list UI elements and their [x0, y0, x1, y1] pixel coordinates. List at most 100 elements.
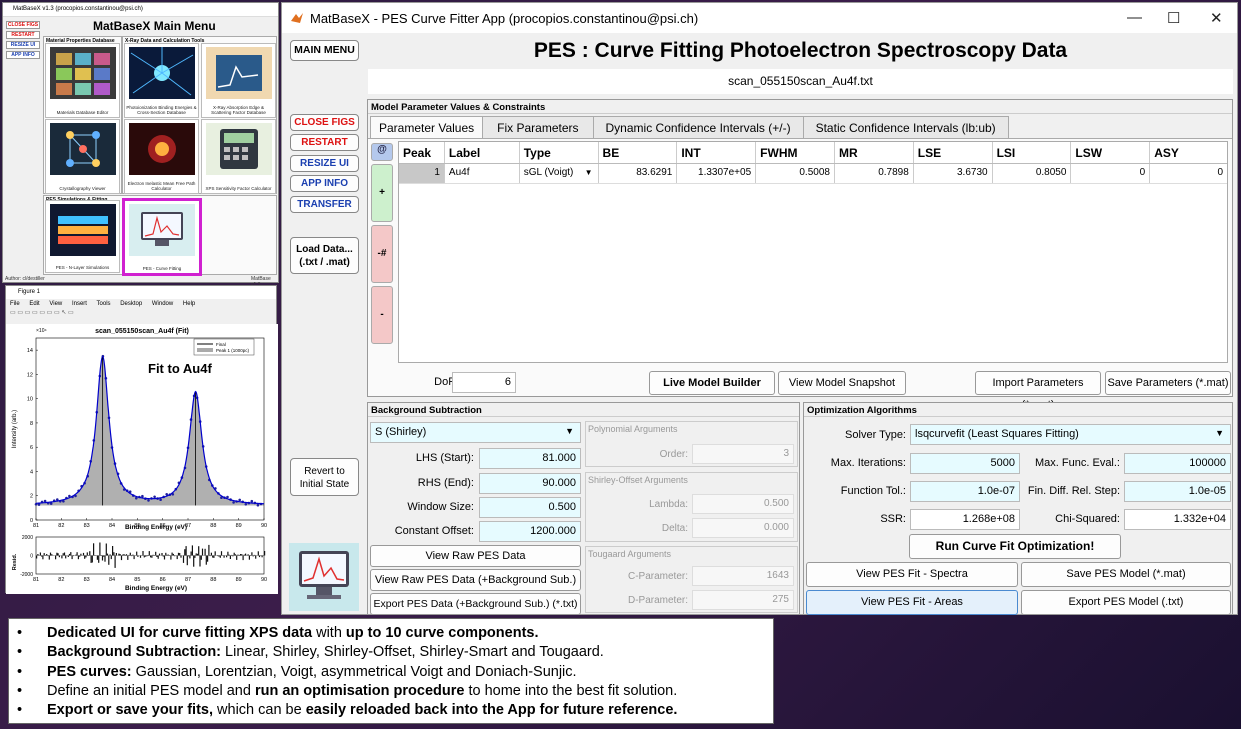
bullet-item: Export or save your fits, which can be e…: [17, 701, 765, 721]
max-func-eval-field[interactable]: 100000: [1124, 453, 1231, 474]
resid-bar: [146, 555, 148, 557]
restart-button[interactable]: RESTART: [290, 134, 359, 151]
cell-peak[interactable]: 1: [399, 164, 445, 183]
fig-menu-file[interactable]: File: [10, 301, 20, 307]
cell-fwhm[interactable]: 0.5008: [756, 164, 835, 183]
load-data-button[interactable]: Load Data... (.txt / .mat): [290, 237, 359, 274]
resid-y-tick-label: -2000: [20, 572, 33, 578]
max-iterations-field[interactable]: 5000: [910, 453, 1020, 474]
toolbar-icons[interactable]: ▭ ▭ ▭ ▭ ▭ ▭ ▭ ↖ ▭: [10, 310, 74, 316]
order-field[interactable]: 3: [692, 444, 794, 464]
fig-menu-window[interactable]: Window: [152, 301, 173, 307]
chi-squared-field[interactable]: 1.332e+04: [1124, 509, 1231, 530]
rhs-field[interactable]: 90.000: [479, 473, 581, 494]
delta-field[interactable]: 0.000: [692, 518, 794, 538]
type-dropdown-icon[interactable]: ▼: [585, 168, 593, 177]
view-raw-bg-button[interactable]: View Raw PES Data (+Background Sub.): [370, 569, 581, 591]
ssr-field[interactable]: 1.268e+08: [910, 509, 1020, 530]
tile-caption: X-Ray Absorption Edge & Scattering Facto…: [211, 105, 266, 115]
background-method-dropdown[interactable]: S (Shirley) ▼: [370, 422, 581, 443]
revert-button[interactable]: Revert to Initial State: [290, 458, 359, 496]
view-fit-areas-button[interactable]: View PES Fit - Areas: [806, 590, 1018, 615]
close-icon[interactable]: ✕: [1210, 9, 1223, 27]
fig-menu-insert[interactable]: Insert: [72, 301, 87, 307]
cell-type[interactable]: sGL (Voigt) ▼: [520, 164, 599, 183]
model-panel: Model Parameter Values & Constraints Par…: [367, 99, 1233, 411]
solver-type-dropdown[interactable]: lsqcurvefit (Least Squares Fitting) ▼: [910, 424, 1231, 445]
fig-menu-edit[interactable]: Edit: [29, 301, 39, 307]
view-fit-spectra-button[interactable]: View PES Fit - Spectra: [806, 562, 1018, 587]
export-pes-data-button[interactable]: Export PES Data (+Background Sub.) (*.tx…: [370, 593, 581, 615]
bullet-item: Define an initial PES model and run an o…: [17, 682, 765, 702]
main-menu-button[interactable]: MAIN MENU: [290, 40, 359, 61]
export-pes-model-button[interactable]: Export PES Model (.txt): [1021, 590, 1231, 615]
mm-close-figs-button[interactable]: CLOSE FIGS: [6, 21, 40, 29]
app-info-button[interactable]: APP INFO: [290, 175, 359, 192]
resid-bar: [229, 555, 231, 559]
fin-diff-field[interactable]: 1.0e-05: [1124, 481, 1231, 502]
constant-offset-field[interactable]: 1200.000: [479, 521, 581, 542]
fig-menu-help[interactable]: Help: [183, 301, 195, 307]
resid-bar: [84, 555, 86, 559]
lambda-field[interactable]: 0.500: [692, 494, 794, 514]
tile-xps-sensitivity[interactable]: XPS Sensitivity Factor Calculator: [201, 119, 276, 194]
c-parameter-field[interactable]: 1643: [692, 566, 794, 586]
tougaard-args-panel: Tougaard Arguments C-Parameter: 1643 D-P…: [585, 546, 798, 613]
tile-imfp-calculator[interactable]: Electron Inelastic Mean Free Path Calcul…: [124, 119, 199, 194]
resid-bar: [213, 555, 215, 558]
cell-int[interactable]: 1.3307e+05: [677, 164, 757, 183]
minimize-icon[interactable]: —: [1127, 9, 1142, 26]
save-parameters-button[interactable]: Save Parameters (*.mat): [1105, 371, 1231, 395]
mm-resize-ui-button[interactable]: RESIZE UI: [6, 41, 40, 49]
tab-fix-parameters[interactable]: Fix Parameters: [482, 116, 594, 138]
fig-menu-view[interactable]: View: [49, 301, 62, 307]
delete-row-button[interactable]: -: [371, 286, 393, 344]
table-row[interactable]: 1 Au4f sGL (Voigt) ▼ 83.6291 1.3307e+05 0…: [399, 164, 1227, 184]
cell-mr[interactable]: 0.7898: [835, 164, 914, 183]
select-row-button[interactable]: @: [371, 143, 393, 161]
tile-pes-curve-fitting[interactable]: PES - Curve Fitting: [122, 198, 202, 276]
mm-restart-button[interactable]: RESTART: [6, 31, 40, 39]
tab-dynamic-confidence[interactable]: Dynamic Confidence Intervals (+/-): [592, 116, 804, 138]
delete-row-n-button[interactable]: -#: [371, 225, 393, 283]
bullet-text: to home into the best fit solution.: [464, 682, 678, 699]
tile-photoionization[interactable]: Photoionization Binding Energies & Cross…: [124, 43, 199, 118]
maximize-icon[interactable]: ☐: [1167, 9, 1180, 27]
cell-lsi[interactable]: 0.8050: [993, 164, 1072, 183]
d-parameter-field[interactable]: 275: [692, 590, 794, 610]
cell-asy[interactable]: 0: [1150, 164, 1227, 183]
tile-xray-absorption[interactable]: X-Ray Absorption Edge & Scattering Facto…: [201, 43, 276, 118]
window-size-field[interactable]: 0.500: [479, 497, 581, 518]
tile-materials-database[interactable]: Materials Database Editor: [45, 43, 120, 118]
tab-parameter-values[interactable]: Parameter Values: [370, 116, 484, 138]
tab-static-confidence[interactable]: Static Confidence Intervals (lb:ub): [802, 116, 1009, 138]
lhs-field[interactable]: 81.000: [479, 448, 581, 469]
view-raw-pes-button[interactable]: View Raw PES Data: [370, 545, 581, 567]
transfer-button[interactable]: TRANSFER: [290, 196, 359, 213]
cell-lsw[interactable]: 0: [1071, 164, 1151, 183]
tile-crystallography[interactable]: Crystallography Viewer: [45, 119, 120, 194]
mm-app-info-button[interactable]: APP INFO: [6, 51, 40, 59]
resid-bar: [204, 548, 206, 556]
cell-label[interactable]: Au4f: [445, 164, 520, 183]
run-optimization-button[interactable]: Run Curve Fit Optimization!: [909, 534, 1121, 559]
resize-ui-button[interactable]: RESIZE UI: [290, 155, 359, 172]
cell-be[interactable]: 83.6291: [599, 164, 678, 183]
view-model-snapshot-button[interactable]: View Model Snapshot: [778, 371, 906, 395]
tile-caption: Crystallography Viewer: [59, 186, 106, 191]
cell-lse[interactable]: 3.6730: [914, 164, 993, 183]
import-parameters-button[interactable]: Import Parameters (*.mat): [975, 371, 1101, 411]
dof-field[interactable]: 6: [452, 372, 516, 393]
close-figs-button[interactable]: CLOSE FIGS: [290, 114, 359, 131]
resid-bar: [100, 555, 102, 556]
save-pes-model-button[interactable]: Save PES Model (*.mat): [1021, 562, 1231, 587]
tile-pes-nlayer[interactable]: PES - N-Layer Simulations: [45, 200, 120, 273]
resid-bar: [49, 552, 52, 556]
function-tol-field[interactable]: 1.0e-07: [910, 481, 1020, 502]
live-model-builder-button[interactable]: Live Model Builder: [649, 371, 775, 395]
chevron-down-icon: ▼: [1215, 428, 1224, 438]
fig-menu-desktop[interactable]: Desktop: [120, 301, 142, 307]
resid-bar: [41, 555, 43, 557]
add-row-button[interactable]: +: [371, 164, 393, 222]
fig-menu-tools[interactable]: Tools: [97, 301, 111, 307]
